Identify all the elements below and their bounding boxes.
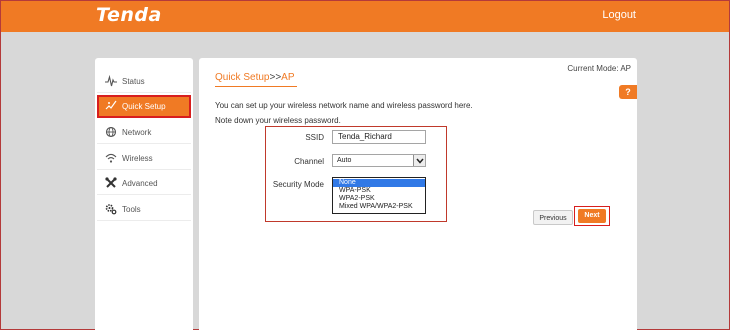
current-mode-text: Current Mode: AP xyxy=(567,64,631,73)
sidebar-item-wireless[interactable]: Wireless xyxy=(97,147,191,170)
security-option-mixed[interactable]: Mixed WPA/WPA2-PSK xyxy=(333,203,425,211)
breadcrumb-quick-setup-link[interactable]: Quick Setup xyxy=(215,72,269,83)
security-option-none[interactable]: None xyxy=(333,179,425,187)
sidebar-item-label: Quick Setup xyxy=(122,102,166,111)
sidebar-item-label: Network xyxy=(122,128,152,137)
wireless-settings-form: SSID Tenda_Richard Channel Auto Security… xyxy=(265,126,447,222)
sidebar-item-quick-setup[interactable]: Quick Setup xyxy=(97,95,191,118)
wand-icon xyxy=(105,100,117,112)
sidebar-item-label: Tools xyxy=(122,205,141,214)
description-line-2: Note down your wireless password. xyxy=(215,116,341,125)
security-option-wpa2-psk[interactable]: WPA2-PSK xyxy=(333,195,425,203)
security-mode-label: Security Mode xyxy=(272,180,324,189)
breadcrumb-current: AP xyxy=(281,72,295,83)
breadcrumb-underline xyxy=(215,86,297,87)
channel-selected-value: Auto xyxy=(337,157,352,164)
gears-icon xyxy=(105,203,117,215)
ssid-input[interactable]: Tenda_Richard xyxy=(332,130,426,144)
sidebar: Status Quick Setup Network Wireless Adva… xyxy=(95,58,193,330)
logout-link[interactable]: Logout xyxy=(602,9,636,21)
sidebar-item-label: Status xyxy=(122,77,145,86)
chevron-down-icon[interactable] xyxy=(413,155,425,166)
next-button[interactable]: Next xyxy=(578,209,606,223)
channel-select[interactable]: Auto xyxy=(332,154,426,167)
sidebar-item-label: Advanced xyxy=(122,179,158,188)
sidebar-item-advanced[interactable]: Advanced xyxy=(97,172,191,195)
tenda-logo: Tenda xyxy=(96,4,162,26)
wifi-icon xyxy=(105,152,117,164)
main-panel: Current Mode: AP Quick Setup>>AP ? You c… xyxy=(199,58,637,330)
next-button-highlight: Next xyxy=(574,206,610,226)
breadcrumb: Quick Setup>>AP xyxy=(215,72,295,83)
tools-icon xyxy=(105,177,117,189)
pulse-icon xyxy=(105,75,117,87)
channel-label: Channel xyxy=(294,157,324,166)
security-mode-dropdown[interactable]: None WPA-PSK WPA2-PSK Mixed WPA/WPA2-PSK xyxy=(332,177,426,214)
description-line-1: You can set up your wireless network nam… xyxy=(215,101,473,110)
previous-button[interactable]: Previous xyxy=(533,210,573,225)
sidebar-item-label: Wireless xyxy=(122,154,153,163)
top-bar: Tenda Logout xyxy=(1,1,729,32)
sidebar-item-network[interactable]: Network xyxy=(97,121,191,144)
sidebar-item-status[interactable]: Status xyxy=(97,70,191,93)
breadcrumb-separator: >> xyxy=(269,72,282,83)
globe-icon xyxy=(105,126,117,138)
sidebar-item-tools[interactable]: Tools xyxy=(97,198,191,221)
ssid-label: SSID xyxy=(305,133,324,142)
security-option-wpa-psk[interactable]: WPA-PSK xyxy=(333,187,425,195)
help-button[interactable]: ? xyxy=(619,85,637,99)
